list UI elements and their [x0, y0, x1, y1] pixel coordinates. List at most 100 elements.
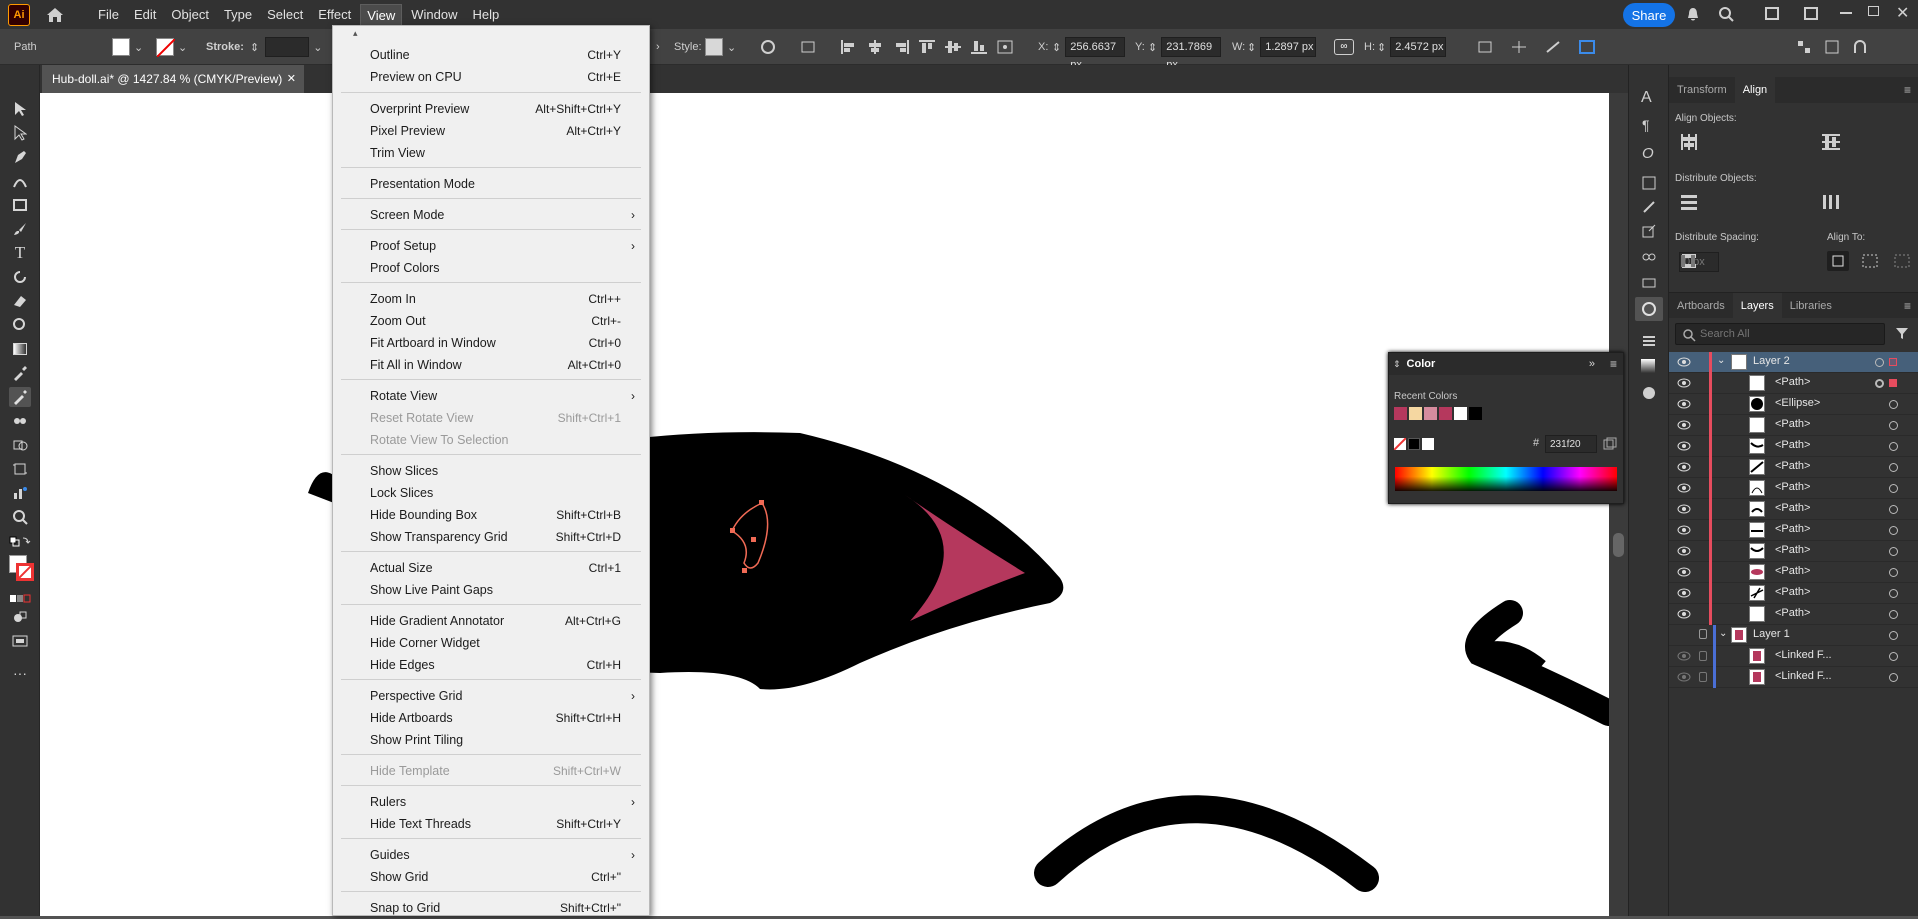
color-panel-icon[interactable]: [1635, 297, 1663, 321]
menu-item-show-print-tiling[interactable]: Show Print Tiling: [333, 729, 649, 751]
more-options-icon[interactable]: [1578, 39, 1596, 55]
visibility-eye-icon[interactable]: [1677, 378, 1691, 391]
chevron-down-icon[interactable]: ⌄: [1719, 628, 1727, 639]
menu-item-actual-size[interactable]: Actual Size Ctrl+1: [333, 557, 649, 579]
minimize-icon[interactable]: [1840, 12, 1852, 14]
panel-menu-icon[interactable]: ≡: [1610, 357, 1617, 371]
menu-file[interactable]: File: [92, 4, 125, 26]
color-panel-header[interactable]: ⇕ Color » ≡: [1389, 353, 1623, 375]
direct-selection-tool-icon[interactable]: [9, 123, 31, 143]
menu-window[interactable]: Window: [405, 4, 463, 26]
gradient-tool-icon[interactable]: [9, 339, 31, 359]
menu-item-zoom-in[interactable]: Zoom In Ctrl++: [333, 288, 649, 310]
menu-select[interactable]: Select: [261, 4, 309, 26]
more-tools-icon[interactable]: ···: [9, 663, 31, 683]
workspace-icon[interactable]: [1804, 7, 1818, 20]
menu-item-show-live-paint-gaps[interactable]: Show Live Paint Gaps: [333, 579, 649, 601]
tab-artboards[interactable]: Artboards: [1669, 293, 1733, 318]
screen-mode-icon[interactable]: [9, 631, 31, 651]
align-left-icon[interactable]: [840, 39, 858, 55]
home-icon[interactable]: [44, 5, 66, 25]
pathfinder-icon[interactable]: [1544, 39, 1562, 55]
chevron-down-icon[interactable]: ⌄: [134, 41, 143, 54]
spacing-horizontal-icon[interactable]: [1679, 252, 1699, 270]
target-icon[interactable]: [1889, 400, 1898, 409]
menu-item-perspective-grid[interactable]: Perspective Grid ›: [333, 685, 649, 707]
layer-row[interactable]: <Path>: [1669, 604, 1918, 625]
visibility-eye-icon[interactable]: [1677, 546, 1691, 559]
layer-row[interactable]: <Linked F...: [1669, 646, 1918, 667]
close-window-icon[interactable]: ✕: [1896, 3, 1909, 23]
none-swatch-icon[interactable]: [1393, 437, 1407, 451]
target-icon[interactable]: [1889, 673, 1898, 682]
menu-item-guides[interactable]: Guides ›: [333, 844, 649, 866]
menu-item-proof-setup[interactable]: Proof Setup ›: [333, 235, 649, 257]
visibility-eye-icon[interactable]: [1677, 609, 1691, 622]
align-to-artboard-icon[interactable]: [1891, 251, 1913, 271]
visibility-eye-icon[interactable]: [1677, 399, 1691, 412]
align-top-icon[interactable]: [918, 39, 936, 55]
panel-menu-icon[interactable]: ≡: [1896, 77, 1918, 103]
arrange-documents-icon[interactable]: [1765, 7, 1779, 20]
menu-item-presentation-mode[interactable]: Presentation Mode: [333, 173, 649, 195]
layer-row-layer-1[interactable]: ⌄ Layer 1: [1669, 625, 1918, 646]
chevron-right-icon[interactable]: ›: [656, 29, 660, 65]
stroke-swatch[interactable]: [156, 38, 175, 57]
visibility-eye-icon[interactable]: [1677, 588, 1691, 601]
export-icon[interactable]: [1641, 223, 1657, 242]
visibility-eye-icon[interactable]: [1677, 483, 1691, 496]
menu-item-hide-text-threads[interactable]: Hide Text Threads Shift+Ctrl+Y: [333, 813, 649, 835]
libraries-icon[interactable]: [1641, 275, 1657, 294]
menu-item-lock-slices[interactable]: Lock Slices: [333, 482, 649, 504]
visibility-eye-icon[interactable]: [1677, 525, 1691, 538]
menu-item-hide-bounding-box[interactable]: Hide Bounding Box Shift+Ctrl+B: [333, 504, 649, 526]
graph-tool-icon[interactable]: [9, 483, 31, 503]
recent-color-swatch[interactable]: [1409, 407, 1422, 420]
layers-search-input[interactable]: [1700, 326, 1880, 342]
tab-align[interactable]: Align: [1734, 77, 1776, 103]
tab-layers[interactable]: Layers: [1732, 293, 1782, 318]
panel-layout-icon[interactable]: [1824, 39, 1840, 55]
collapse-panel-icon[interactable]: »: [1589, 358, 1595, 370]
visibility-eye-icon[interactable]: [1677, 567, 1691, 580]
color-spectrum[interactable]: [1395, 467, 1617, 491]
menu-item-fit-all[interactable]: Fit All in Window Alt+Ctrl+0: [333, 354, 649, 376]
target-icon[interactable]: [1889, 547, 1898, 556]
gradient-panel-icon[interactable]: [1641, 359, 1655, 373]
layer-row[interactable]: <Path>: [1669, 562, 1918, 583]
hex-input[interactable]: 231f20: [1545, 435, 1597, 453]
menu-edit[interactable]: Edit: [128, 4, 162, 26]
target-icon[interactable]: [1889, 505, 1898, 514]
layer-row[interactable]: <Path>: [1669, 436, 1918, 457]
layer-row[interactable]: <Path>: [1669, 583, 1918, 604]
stepper-icon[interactable]: ⇕: [1377, 41, 1386, 54]
layer-row[interactable]: <Path>: [1669, 520, 1918, 541]
close-tab-icon[interactable]: ✕: [287, 72, 296, 85]
rectangle-tool-icon[interactable]: [9, 195, 31, 215]
selection-indicator-icon[interactable]: [1889, 358, 1897, 366]
target-icon[interactable]: [1875, 379, 1884, 388]
lock-icon[interactable]: [1699, 651, 1707, 661]
eyedropper-active-icon[interactable]: [9, 387, 31, 407]
target-icon[interactable]: [1889, 442, 1898, 451]
color-mode-icon[interactable]: [9, 589, 31, 609]
align-to-selection-icon[interactable]: [1859, 251, 1881, 271]
menu-item-pixel-preview[interactable]: Pixel Preview Alt+Ctrl+Y: [333, 120, 649, 142]
transform-icon[interactable]: [800, 29, 820, 65]
canvas[interactable]: [40, 93, 1609, 916]
target-icon[interactable]: [1889, 652, 1898, 661]
restore-icon[interactable]: [1868, 6, 1879, 16]
shape-builder-icon[interactable]: [9, 435, 31, 455]
scrollbar-thumb[interactable]: [1613, 533, 1624, 557]
fill-stroke-icon[interactable]: [9, 553, 34, 585]
document-tab[interactable]: Hub-doll.ai* @ 1427.84 % (CMYK/Preview) …: [42, 65, 304, 93]
layer-row[interactable]: <Path>: [1669, 373, 1918, 394]
h-input[interactable]: 2.4572 px: [1390, 37, 1447, 57]
style-swatch[interactable]: [705, 38, 723, 56]
visibility-eye-icon[interactable]: [1677, 441, 1691, 454]
menu-item-screen-mode[interactable]: Screen Mode ›: [333, 204, 649, 226]
menu-item-hide-edges[interactable]: Hide Edges Ctrl+H: [333, 654, 649, 676]
recent-color-swatch[interactable]: [1469, 407, 1482, 420]
target-icon[interactable]: [1889, 568, 1898, 577]
chevron-down-icon[interactable]: ⌄: [727, 41, 736, 54]
